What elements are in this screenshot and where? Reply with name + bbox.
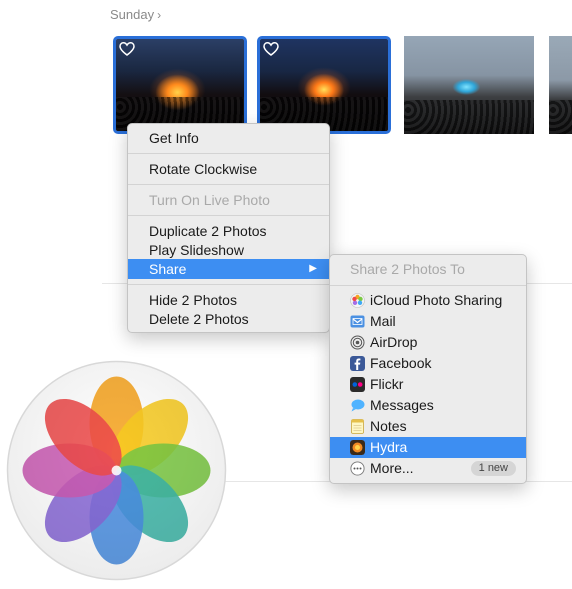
photo-thumbnail[interactable] [257,36,391,134]
share-item-label: Mail [370,313,396,329]
share-item-messages[interactable]: Messages [330,395,526,416]
menu-item-get-info[interactable]: Get Info [128,128,329,148]
menu-item-label: Play Slideshow [149,242,244,258]
share-item-label: AirDrop [370,334,418,350]
notes-icon [351,419,364,434]
menu-separator [330,285,526,286]
menu-item-share[interactable]: Share ▶ [128,259,329,279]
menu-item-duplicate[interactable]: Duplicate 2 Photos [128,221,329,241]
menu-separator [128,215,329,216]
share-item-label: More... [370,460,414,476]
menu-separator [128,153,329,154]
share-item-flickr[interactable]: Flickr [330,374,526,395]
menu-item-hide[interactable]: Hide 2 Photos [128,290,329,310]
heart-icon[interactable] [263,41,279,57]
photo-thumbnail[interactable] [549,36,572,134]
facebook-icon [350,356,365,371]
menu-separator [128,284,329,285]
share-item-mail[interactable]: Mail [330,311,526,332]
menu-item-label: Delete 2 Photos [149,311,249,327]
share-item-label: Flickr [370,376,404,392]
more-icon [350,461,365,476]
mail-icon [350,315,365,328]
section-header[interactable]: Sunday › [110,7,161,22]
menu-item-label: Rotate Clockwise [149,161,258,177]
menu-item-play-slideshow[interactable]: Play Slideshow [128,240,329,260]
share-menu-title: Share 2 Photos To [350,261,465,277]
share-item-label: Notes [370,418,407,434]
share-item-hydra[interactable]: Hydra [330,437,526,458]
messages-icon [351,399,365,412]
menu-item-label: Turn On Live Photo [149,192,270,208]
menu-item-label: Hide 2 Photos [149,292,237,308]
menu-item-label: Get Info [149,130,199,146]
section-title: Sunday [110,7,155,22]
share-item-label: Hydra [370,439,408,455]
share-item-label: iCloud Photo Sharing [370,292,503,308]
new-badge: 1 new [470,461,516,476]
photo-crowd [549,100,572,134]
share-item-label: Facebook [370,355,432,371]
share-item-more[interactable]: More... 1 new [330,458,526,479]
share-item-airdrop[interactable]: AirDrop [330,332,526,353]
photo-thumbnail[interactable] [113,36,247,134]
airdrop-icon [350,335,365,350]
photo-crowd [404,100,534,134]
share-item-icloud[interactable]: iCloud Photo Sharing [330,290,526,311]
photos-app-icon [6,360,227,581]
menu-item-label: Duplicate 2 Photos [149,223,267,239]
menu-item-turn-on-live-photo: Turn On Live Photo [128,190,329,210]
chevron-right-icon: › [157,8,162,22]
share-item-label: Messages [370,397,434,413]
menu-item-delete[interactable]: Delete 2 Photos [128,309,329,329]
share-submenu: Share 2 Photos To iCloud Photo Sharing M… [329,254,527,484]
photo-thumbnail[interactable] [404,36,534,134]
icloud-photo-sharing-icon [350,293,365,308]
submenu-arrow-icon: ▶ [309,263,317,274]
menu-item-rotate-clockwise[interactable]: Rotate Clockwise [128,159,329,179]
hydra-icon [350,440,365,455]
flickr-icon [350,377,365,392]
context-menu: Get Info Rotate Clockwise Turn On Live P… [127,123,330,333]
share-item-facebook[interactable]: Facebook [330,353,526,374]
heart-icon[interactable] [119,41,135,57]
share-item-notes[interactable]: Notes [330,416,526,437]
menu-item-label: Share [149,261,187,277]
menu-separator [128,184,329,185]
